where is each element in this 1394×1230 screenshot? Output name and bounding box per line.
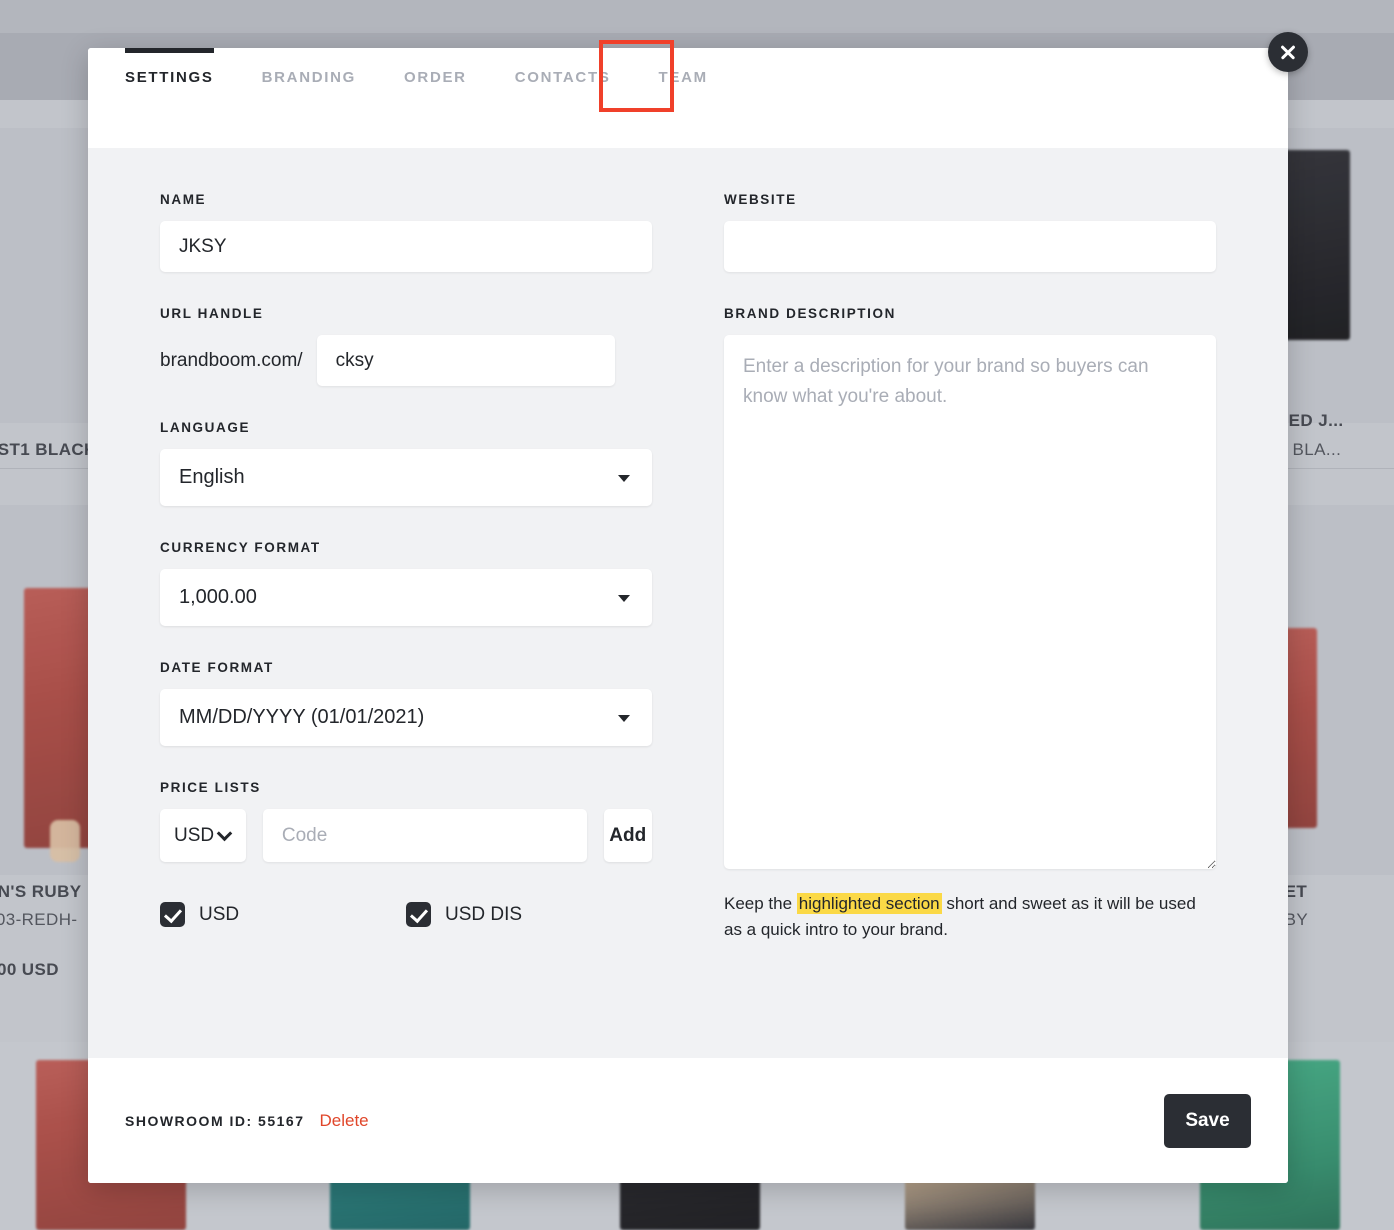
dialog-body: NAME URL HANDLE brandboom.com/ LANGUAGE … [88, 148, 1288, 1058]
date-format-label: DATE FORMAT [160, 660, 274, 675]
showroom-id-text: SHOWROOM ID: 55167 [125, 1112, 305, 1129]
price-list-currency-select[interactable]: USD [160, 809, 246, 862]
language-field-group: LANGUAGE English [160, 420, 652, 506]
url-handle-label: URL HANDLE [160, 306, 264, 321]
save-button[interactable]: Save [1164, 1093, 1251, 1148]
name-field-group: NAME [160, 192, 652, 272]
date-format-select[interactable]: MM/DD/YYYY (01/01/2021) [160, 689, 652, 746]
chevron-down-icon [216, 825, 233, 841]
settings-left-column: NAME URL HANDLE brandboom.com/ LANGUAGE … [160, 192, 652, 1058]
tab-branding[interactable]: BRANDING [262, 69, 356, 87]
language-label: LANGUAGE [160, 420, 251, 435]
tab-settings[interactable]: SETTINGS [125, 48, 214, 87]
chevron-down-icon [618, 714, 630, 722]
background-product-title: EN'S RUBY [0, 882, 82, 901]
currency-format-field-group: CURRENCY FORMAT 1,000.00 [160, 540, 652, 626]
price-lists-field-group: PRICE LISTS USD Add USD [160, 780, 652, 927]
tab-settings-label: SETTINGS [125, 69, 214, 86]
tab-list: SETTINGS BRANDING ORDER CONTACTS TEAM [125, 48, 756, 87]
language-select[interactable]: English [160, 449, 652, 506]
background-product-price: 0.00 USD [0, 960, 59, 979]
name-label: NAME [160, 192, 207, 207]
checkbox-checked-icon [160, 902, 185, 927]
website-label: WEBSITE [724, 192, 797, 207]
tab-team[interactable]: TEAM [659, 69, 708, 87]
date-format-select-wrapper: MM/DD/YYYY (01/01/2021) [160, 689, 652, 746]
currency-format-select-wrapper: 1,000.00 [160, 569, 652, 626]
date-format-field-group: DATE FORMAT MM/DD/YYYY (01/01/2021) [160, 660, 652, 746]
website-input[interactable] [724, 221, 1216, 272]
price-list-checkbox-usd-label: USD [199, 903, 240, 925]
dialog-footer: SHOWROOM ID: 55167 Delete Save [88, 1058, 1288, 1183]
helper-text-before: Keep the [724, 894, 797, 913]
currency-format-select[interactable]: 1,000.00 [160, 569, 652, 626]
price-list-add-button[interactable]: Add [603, 809, 652, 862]
url-handle-field-group: URL HANDLE brandboom.com/ [160, 306, 652, 386]
price-lists-label: PRICE LISTS [160, 780, 261, 795]
price-list-checkbox-row: USD USD DIS [160, 902, 652, 927]
tab-team-label: TEAM [658, 69, 708, 86]
brand-description-textarea[interactable] [724, 335, 1216, 869]
name-input[interactable] [160, 221, 652, 272]
tab-contacts-label: CONTACTS [514, 69, 611, 86]
background-product-title: EST1 BLACK [0, 440, 97, 459]
language-select-value: English [179, 466, 245, 488]
showroom-settings-dialog: SETTINGS BRANDING ORDER CONTACTS TEAM NA… [88, 48, 1288, 1183]
price-list-checkbox-usd-dis-label: USD DIS [445, 903, 523, 925]
footer-left-group: SHOWROOM ID: 55167 Delete [125, 1111, 369, 1131]
chevron-down-icon [618, 594, 630, 602]
price-list-code-input[interactable] [262, 809, 587, 862]
tab-contacts[interactable]: CONTACTS [515, 69, 611, 87]
background-garment-image [1282, 150, 1350, 340]
background-product-subtitle: L03-REDH- [0, 910, 78, 929]
chevron-down-icon [618, 474, 630, 482]
website-field-group: WEBSITE [724, 192, 1216, 272]
delete-showroom-link[interactable]: Delete [319, 1111, 368, 1131]
url-handle-input[interactable] [316, 335, 615, 386]
tab-branding-label: BRANDING [261, 69, 357, 86]
checkbox-checked-icon [406, 902, 431, 927]
tab-order-label: ORDER [404, 69, 467, 86]
brand-description-helper-text: Keep the highlighted section short and s… [724, 891, 1216, 943]
price-list-checkbox-usd[interactable]: USD [160, 902, 406, 927]
currency-format-label: CURRENCY FORMAT [160, 540, 321, 555]
background-garment-detail [50, 820, 80, 862]
tab-order[interactable]: ORDER [404, 69, 467, 87]
background-topbar [0, 0, 1394, 33]
price-list-currency-value: USD [174, 824, 215, 846]
settings-right-column: WEBSITE BRAND DESCRIPTION Keep the highl… [724, 192, 1216, 1058]
price-list-checkbox-usd-dis[interactable]: USD DIS [406, 902, 652, 927]
active-tab-indicator [125, 48, 214, 53]
helper-text-highlight: highlighted section [796, 893, 942, 914]
close-icon[interactable] [1268, 32, 1308, 72]
language-select-wrapper: English [160, 449, 652, 506]
brand-description-field-group: BRAND DESCRIPTION Keep the highlighted s… [724, 306, 1216, 943]
date-format-select-value: MM/DD/YYYY (01/01/2021) [179, 706, 425, 728]
currency-format-select-value: 1,000.00 [179, 586, 257, 608]
url-handle-prefix: brandboom.com/ [160, 349, 303, 371]
dialog-tabbar: SETTINGS BRANDING ORDER CONTACTS TEAM [88, 48, 1288, 148]
url-handle-row: brandboom.com/ [160, 335, 652, 386]
price-list-add-row: USD Add [160, 809, 652, 862]
brand-description-label: BRAND DESCRIPTION [724, 306, 896, 321]
